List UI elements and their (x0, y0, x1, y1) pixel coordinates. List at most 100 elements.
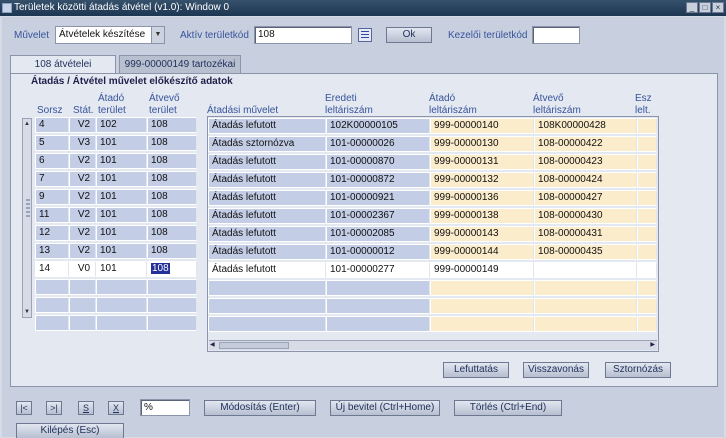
empty-cell[interactable] (35, 297, 69, 313)
cell-atadasi-muvelet[interactable]: Átadás lefutott (208, 244, 326, 260)
cell-atvevo-terulet[interactable]: 108 (147, 117, 197, 133)
aktiv-terulet-input[interactable]: 108 (254, 26, 352, 44)
selected-text[interactable]: 108 (151, 263, 170, 274)
cell-atado-terulet[interactable]: 101 (96, 189, 147, 205)
scroll-down-icon[interactable]: ▼ (23, 307, 31, 317)
cell-esz[interactable] (637, 172, 657, 188)
table-row[interactable]: 7 V2 101 108 (35, 171, 197, 187)
cell-atado-terulet[interactable]: 102 (96, 117, 147, 133)
empty-cell[interactable] (326, 316, 430, 332)
cell-sorsz[interactable]: 12 (35, 225, 69, 241)
table-row-empty[interactable] (208, 280, 657, 296)
cell-atado-terulet[interactable]: 101 (96, 225, 147, 241)
cell-eredeti[interactable]: 101-00000872 (326, 172, 430, 188)
empty-cell[interactable] (35, 279, 69, 295)
cell-eredeti[interactable]: 101-00000921 (326, 190, 430, 206)
table-row[interactable]: Átadás lefutott 101-00000870 999-0000013… (208, 154, 657, 170)
cell-atado-terulet[interactable]: 101 (96, 135, 147, 151)
empty-cell[interactable] (430, 298, 534, 314)
empty-cell[interactable] (637, 298, 657, 314)
empty-cell[interactable] (534, 316, 637, 332)
cell-eredeti[interactable]: 101-00002085 (326, 226, 430, 242)
table-row[interactable]: Átadás sztornózva 101-00000026 999-00000… (208, 136, 657, 152)
empty-cell[interactable] (147, 279, 197, 295)
vertical-scrollbar[interactable]: ▲ ▼ (22, 118, 32, 318)
cell-atvevo-lelt[interactable] (534, 262, 637, 278)
modositas-button[interactable]: Módosítás (Enter) (204, 400, 316, 416)
cell-eredeti[interactable]: 101-00000026 (326, 136, 430, 152)
cell-atado-terulet[interactable]: 101 (96, 171, 147, 187)
table-row-empty[interactable] (35, 279, 197, 295)
table-row-empty[interactable] (35, 297, 197, 313)
table-row[interactable]: 4 V2 102 108 (35, 117, 197, 133)
sztornozas-button[interactable]: Sztornózás (605, 362, 671, 378)
cell-atvevo-terulet[interactable]: 108 (147, 225, 197, 241)
cell-atado-lelt[interactable]: 999-00000136 (430, 190, 534, 206)
empty-cell[interactable] (208, 316, 326, 332)
cell-stat[interactable]: V2 (69, 189, 96, 205)
cell-atadasi-muvelet[interactable]: Átadás lefutott (208, 172, 326, 188)
cell-eredeti[interactable]: 101-00000012 (326, 244, 430, 260)
empty-cell[interactable] (35, 315, 69, 331)
empty-cell[interactable] (96, 279, 147, 295)
lefuttatas-button[interactable]: Lefuttatás (443, 362, 509, 378)
first-record-button[interactable]: |< (16, 401, 32, 415)
cell-atadasi-muvelet[interactable]: Átadás lefutott (208, 262, 326, 278)
table-row[interactable]: 13 V2 101 108 (35, 243, 197, 259)
cell-atado-lelt[interactable]: 999-00000130 (430, 136, 534, 152)
cell-eredeti[interactable]: 102K00000105 (326, 118, 430, 134)
cell-esz[interactable] (637, 136, 657, 152)
table-row-empty[interactable] (208, 316, 657, 332)
cell-esz[interactable] (637, 190, 657, 206)
cell-atvevo-terulet[interactable]: 108 (147, 189, 197, 205)
cell-stat[interactable]: V3 (69, 135, 96, 151)
cell-stat[interactable]: V2 (69, 171, 96, 187)
empty-cell[interactable] (69, 279, 96, 295)
cell-esz[interactable] (637, 226, 657, 242)
cell-esz[interactable] (637, 208, 657, 224)
maximize-button[interactable]: □ (699, 2, 711, 13)
cell-atvevo-lelt[interactable]: 108-00000423 (534, 154, 637, 170)
cell-stat[interactable]: V2 (69, 117, 96, 133)
table-row[interactable]: Átadás lefutott 101-00002085 999-0000014… (208, 226, 657, 242)
cell-stat[interactable]: V2 (69, 207, 96, 223)
empty-cell[interactable] (69, 315, 96, 331)
cell-atadasi-muvelet[interactable]: Átadás lefutott (208, 190, 326, 206)
empty-cell[interactable] (637, 316, 657, 332)
chevron-down-icon[interactable]: ▼ (151, 27, 164, 43)
last-record-button[interactable]: >| (46, 401, 62, 415)
cell-atadasi-muvelet[interactable]: Átadás lefutott (208, 208, 326, 224)
table-row[interactable]: Átadás lefutott 101-00002367 999-0000013… (208, 208, 657, 224)
cell-atado-lelt[interactable]: 999-00000149 (430, 262, 534, 278)
empty-cell[interactable] (326, 280, 430, 296)
cell-atvevo-lelt[interactable]: 108-00000427 (534, 190, 637, 206)
empty-cell[interactable] (147, 315, 197, 331)
save-button[interactable]: S (78, 401, 94, 415)
cell-atado-terulet[interactable]: 101 (96, 153, 147, 169)
cell-sorsz[interactable]: 13 (35, 243, 69, 259)
kilepes-button[interactable]: Kilépés (Esc) (16, 423, 124, 438)
table-row[interactable]: 5 V3 101 108 (35, 135, 197, 151)
cell-sorsz[interactable]: 9 (35, 189, 69, 205)
scroll-right-icon[interactable]: ▶ (650, 341, 655, 350)
cell-atado-lelt[interactable]: 999-00000144 (430, 244, 534, 260)
empty-cell[interactable] (96, 297, 147, 313)
cell-eredeti[interactable]: 101-00000870 (326, 154, 430, 170)
table-row-current[interactable]: Átadás lefutott 101-00000277 999-0000014… (208, 262, 657, 278)
cell-atvevo-terulet[interactable]: 108 (147, 135, 197, 151)
cell-atvevo-terulet-active[interactable]: 108 (147, 261, 197, 277)
close-button[interactable]: × (712, 2, 724, 13)
table-row-current[interactable]: 14 V0 101 108 (35, 261, 197, 277)
list-picker-icon[interactable] (358, 28, 372, 42)
cell-atado-terulet[interactable]: 101 (96, 261, 147, 277)
cell-eredeti[interactable]: 101-00000277 (326, 262, 430, 278)
scroll-left-icon[interactable]: ◀ (210, 341, 215, 350)
cell-atado-lelt[interactable]: 999-00000131 (430, 154, 534, 170)
table-row[interactable]: 11 V2 101 108 (35, 207, 197, 223)
empty-cell[interactable] (637, 280, 657, 296)
scroll-thumb[interactable] (219, 342, 289, 349)
visszavonas-button[interactable]: Visszavonás (523, 362, 589, 378)
table-row[interactable]: Átadás lefutott 101-00000872 999-0000013… (208, 172, 657, 188)
empty-cell[interactable] (208, 298, 326, 314)
empty-cell[interactable] (208, 280, 326, 296)
